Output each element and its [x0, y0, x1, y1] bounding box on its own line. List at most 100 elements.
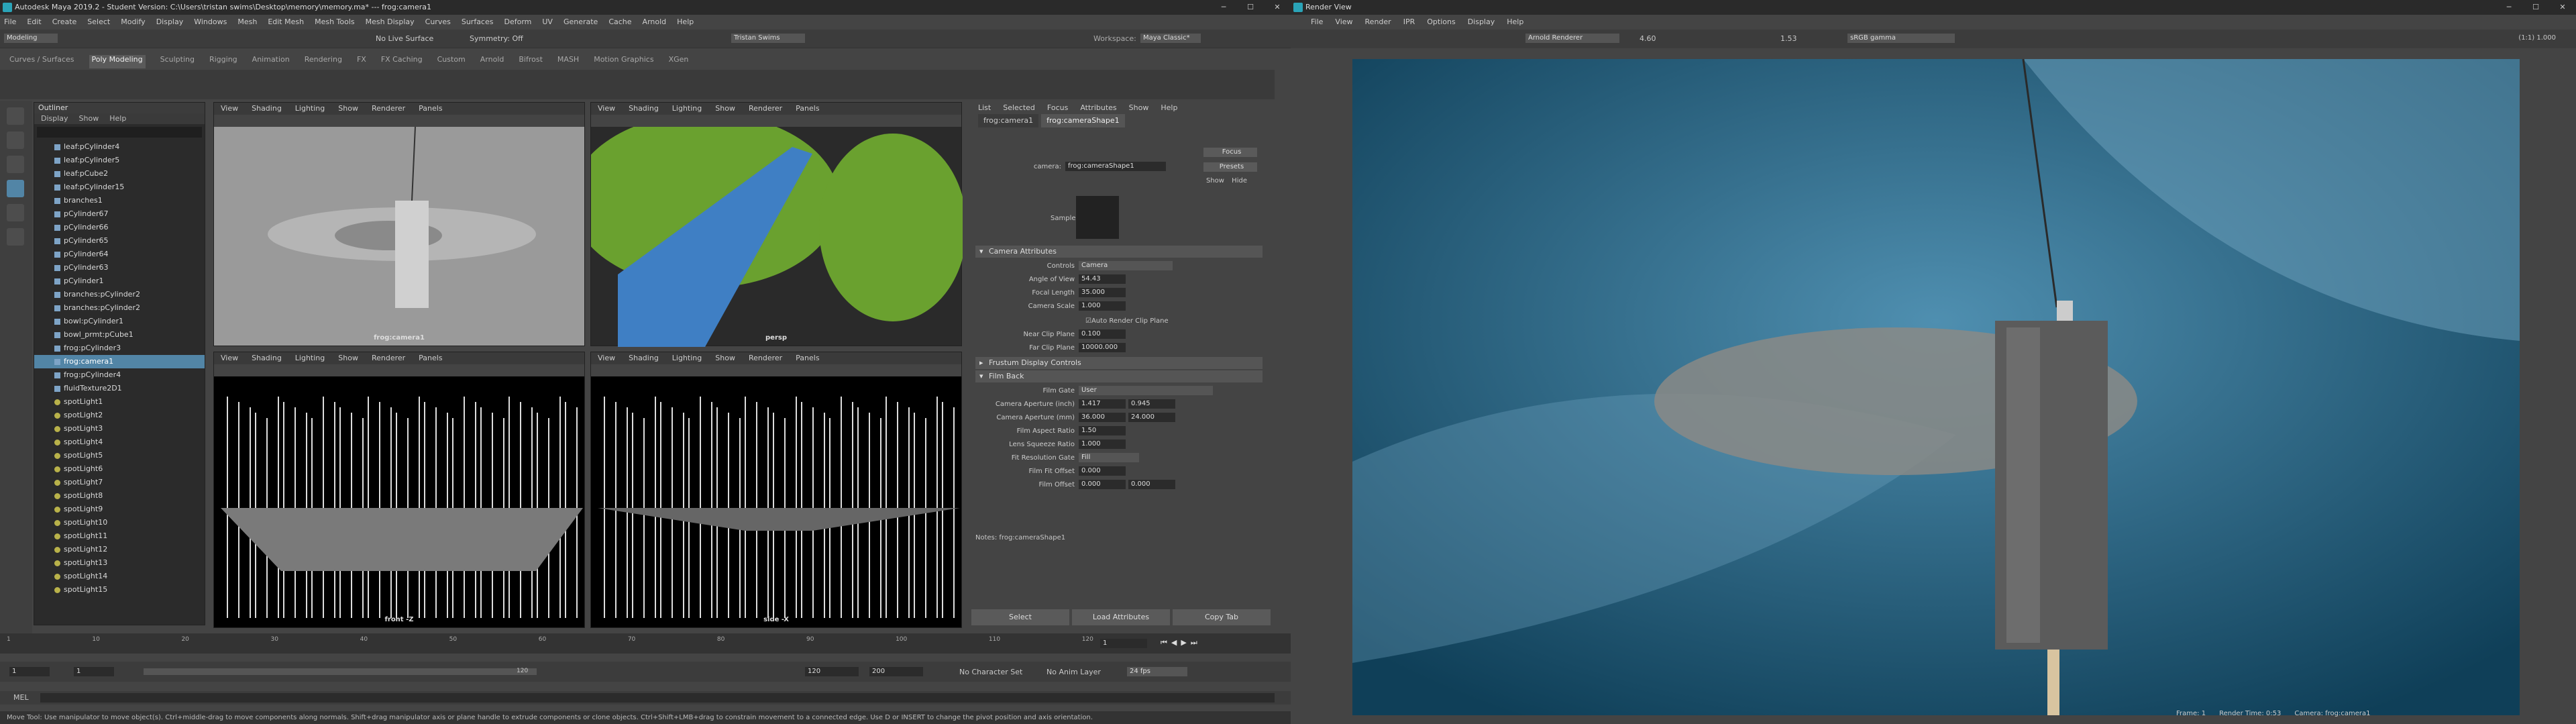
outliner-item[interactable]: spotLight6: [34, 462, 205, 476]
shelf-tab[interactable]: Sculpting: [160, 55, 195, 68]
outliner-menu-item[interactable]: Help: [109, 113, 126, 124]
shelf-tab[interactable]: XGen: [669, 55, 689, 68]
rv-maximize-button[interactable]: ☐: [2522, 0, 2549, 15]
outliner-item[interactable]: spotLight12: [34, 543, 205, 556]
viewport-menu-item[interactable]: Shading: [629, 103, 659, 115]
current-frame-field[interactable]: 1: [1100, 639, 1147, 648]
shelf-tab[interactable]: MASH: [557, 55, 579, 68]
renderer-dropdown[interactable]: Arnold Renderer: [1525, 34, 1619, 43]
outliner-item[interactable]: spotLight15: [34, 583, 205, 597]
viewport-menu-item[interactable]: Lighting: [672, 103, 702, 115]
menu-edit[interactable]: Edit: [27, 17, 41, 26]
menu-curves[interactable]: Curves: [425, 17, 451, 26]
range-start-field[interactable]: 1: [74, 667, 114, 676]
tab-frog-camera1[interactable]: frog:camera1: [978, 114, 1039, 127]
film-offset-x[interactable]: 0.000: [1079, 480, 1126, 489]
viewport-menu-item[interactable]: Show: [338, 103, 358, 115]
far-clip-field[interactable]: 10000.000: [1079, 343, 1126, 352]
menu-mesh-tools[interactable]: Mesh Tools: [315, 17, 355, 26]
fit-res-dropdown[interactable]: Fill: [1079, 453, 1139, 462]
section-camera-attributes[interactable]: Camera Attributes: [975, 246, 1263, 258]
start-time-field[interactable]: 1: [9, 667, 50, 676]
move-tool-icon[interactable]: [7, 180, 24, 197]
viewport-persp[interactable]: View Shading Lighting Show Renderer Panels pe…: [590, 102, 963, 347]
viewport-menu-item[interactable]: Lighting: [295, 103, 325, 115]
presets-button[interactable]: Presets: [1203, 162, 1257, 172]
range-bar[interactable]: [144, 668, 537, 675]
viewport-menu-item[interactable]: Lighting: [295, 352, 325, 364]
outliner-item[interactable]: bowl:pCylinder1: [34, 315, 205, 328]
playback-controls[interactable]: ⏮◀▶⏭: [1161, 638, 1201, 648]
outliner-item[interactable]: spotLight2: [34, 409, 205, 422]
outliner-item[interactable]: fluidTexture2D1: [34, 382, 205, 395]
close-button[interactable]: ✕: [1264, 0, 1291, 15]
ae-menu-item[interactable]: Selected: [1003, 102, 1035, 114]
viewport-menu-item[interactable]: Renderer: [749, 352, 782, 364]
outliner-item[interactable]: pCylinder66: [34, 221, 205, 234]
rotate-tool-icon[interactable]: [7, 204, 24, 221]
range-end-field[interactable]: 120: [805, 667, 859, 676]
minimize-button[interactable]: ─: [1210, 0, 1237, 15]
outliner-item[interactable]: spotLight1: [34, 395, 205, 409]
outliner-item[interactable]: spotLight4: [34, 435, 205, 449]
menu-surfaces[interactable]: Surfaces: [462, 17, 494, 26]
viewport-menu-item[interactable]: View: [598, 103, 615, 115]
viewport-frog-camera[interactable]: View Shading Lighting Show Renderer Panels fr…: [213, 102, 585, 346]
outliner-item[interactable]: spotLight8: [34, 489, 205, 503]
outliner-item[interactable]: spotLight10: [34, 516, 205, 529]
menu-arnold[interactable]: Arnold: [643, 17, 667, 26]
shelf-tab[interactable]: Animation: [252, 55, 290, 68]
mel-input[interactable]: [40, 693, 1275, 703]
viewport-menu-item[interactable]: Show: [338, 352, 358, 364]
outliner-item[interactable]: spotLight5: [34, 449, 205, 462]
ae-menu-item[interactable]: Focus: [1047, 102, 1068, 114]
aperture-inch-y[interactable]: 0.945: [1128, 399, 1175, 409]
menu-display[interactable]: Display: [156, 17, 184, 26]
shelf-tab[interactable]: Rendering: [305, 55, 342, 68]
ae-menu-item[interactable]: List: [978, 102, 991, 114]
menu-uv[interactable]: UV: [542, 17, 553, 26]
load-attributes-button[interactable]: Load Attributes: [1072, 609, 1170, 625]
menu-modify[interactable]: Modify: [121, 17, 145, 26]
viewport-menu-item[interactable]: Renderer: [749, 103, 782, 115]
viewport-menu-item[interactable]: Panels: [419, 103, 442, 115]
viewport-menu-item[interactable]: Shading: [629, 352, 659, 364]
menu-windows[interactable]: Windows: [194, 17, 227, 26]
focal-field[interactable]: 35.000: [1079, 288, 1126, 297]
film-offset-y[interactable]: 0.000: [1128, 480, 1175, 489]
shelf-tab[interactable]: Poly Modeling: [89, 55, 146, 68]
colorspace-dropdown[interactable]: sRGB gamma: [1847, 34, 1955, 43]
rv-menu-item[interactable]: Display: [1468, 17, 1495, 26]
live-surface[interactable]: No Live Surface: [376, 34, 433, 43]
ae-menu-item[interactable]: Show: [1129, 102, 1149, 114]
aspect-field[interactable]: 1.50: [1079, 426, 1126, 435]
viewport-menu-item[interactable]: Shading: [252, 103, 282, 115]
menu-select[interactable]: Select: [87, 17, 110, 26]
outliner-item[interactable]: frog:pCylinder3: [34, 342, 205, 355]
workspace-dropdown[interactable]: Maya Classic*: [1140, 34, 1201, 43]
outliner-item[interactable]: spotLight7: [34, 476, 205, 489]
viewport-menu-item[interactable]: Shading: [252, 352, 282, 364]
animlayer-dropdown[interactable]: No Anim Layer: [1046, 668, 1101, 676]
menu-file[interactable]: File: [4, 17, 16, 26]
outliner-item[interactable]: pCylinder64: [34, 248, 205, 261]
menu-mesh-display[interactable]: Mesh Display: [366, 17, 415, 26]
outliner-menu-item[interactable]: Show: [79, 113, 99, 124]
shelf-tab[interactable]: FX: [357, 55, 366, 68]
aperture-mm-y[interactable]: 24.000: [1128, 413, 1175, 422]
rv-menu-item[interactable]: View: [1335, 17, 1352, 26]
menu-cache[interactable]: Cache: [608, 17, 631, 26]
viewport-menu-item[interactable]: Renderer: [372, 352, 405, 364]
show-button[interactable]: Show: [1206, 177, 1224, 185]
shelf-tab[interactable]: FX Caching: [381, 55, 423, 68]
select-tool-icon[interactable]: [7, 107, 24, 125]
shelf-tab[interactable]: Motion Graphics: [594, 55, 653, 68]
viewport-menu-item[interactable]: Show: [715, 352, 735, 364]
viewport-side[interactable]: View Shading Lighting Show Renderer Panels si…: [590, 352, 962, 628]
hide-button[interactable]: Hide: [1232, 177, 1247, 185]
menu-edit-mesh[interactable]: Edit Mesh: [268, 17, 304, 26]
outliner-item[interactable]: branches:pCylinder2: [34, 301, 205, 315]
outliner-item[interactable]: pCylinder67: [34, 207, 205, 221]
symmetry-dropdown[interactable]: Symmetry: Off: [470, 34, 523, 43]
ae-menu-item[interactable]: Help: [1161, 102, 1177, 114]
